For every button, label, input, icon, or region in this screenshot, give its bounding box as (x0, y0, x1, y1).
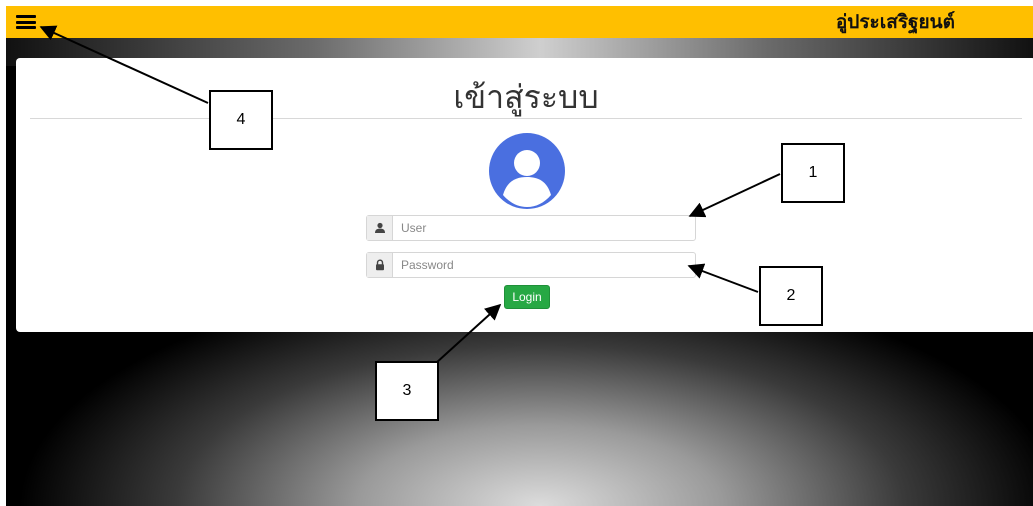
password-input[interactable] (393, 253, 695, 277)
page-title: เข้าสู่ระบบ (453, 78, 599, 116)
user-icon (367, 216, 393, 240)
username-input[interactable] (393, 216, 695, 240)
login-button[interactable]: Login (504, 285, 550, 309)
hamburger-menu-icon[interactable] (16, 15, 36, 29)
password-field (366, 252, 696, 278)
page-background: อู่ประเสริฐยนต์ เข้าสู่ระบบ User Login (6, 6, 1033, 506)
login-card: เข้าสู่ระบบ User Login (16, 58, 1033, 332)
user-avatar-icon (489, 133, 565, 209)
title-divider (30, 118, 1022, 119)
annotation-callout-1: 1 (781, 143, 845, 203)
annotation-callout-4: 4 (209, 90, 273, 150)
lock-icon (367, 253, 393, 277)
annotation-callout-2: 2 (759, 266, 823, 326)
username-field (366, 215, 696, 241)
top-navbar: อู่ประเสริฐยนต์ (6, 6, 1033, 38)
annotation-callout-3: 3 (375, 361, 439, 421)
brand-name: อู่ประเสริฐยนต์ (835, 11, 955, 33)
